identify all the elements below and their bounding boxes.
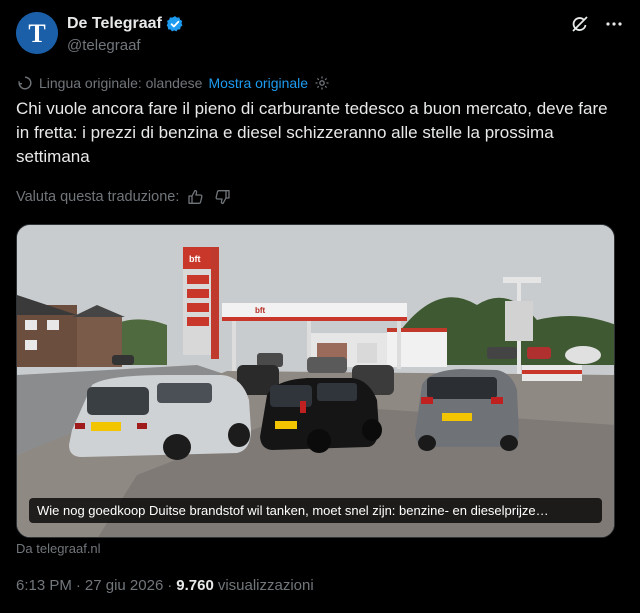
telegraaf-logo-icon: T — [16, 12, 58, 54]
grok-icon[interactable] — [570, 14, 590, 34]
svg-text:T: T — [28, 19, 45, 48]
views-count: 9.760 — [176, 577, 214, 594]
settings-gear-icon[interactable] — [314, 75, 330, 91]
gas-station-photo: bft bft — [17, 225, 614, 537]
rate-translation-label: Valuta questa traduzione: — [16, 189, 180, 205]
svg-text:bft: bft — [255, 306, 266, 315]
link-source[interactable]: Da telegraaf.nl — [16, 541, 101, 556]
thumbs-down-icon[interactable] — [213, 188, 231, 206]
meta-separator: · — [75, 577, 81, 594]
translate-icon — [18, 76, 32, 90]
svg-text:bft: bft — [189, 254, 201, 264]
author-name[interactable]: De Telegraaf — [67, 14, 184, 34]
views-label: visualizzazioni — [217, 577, 314, 594]
verified-badge-icon — [166, 16, 183, 32]
avatar[interactable]: T — [16, 12, 58, 54]
show-original-link[interactable]: Mostra originale — [208, 75, 308, 91]
thumbs-up-icon[interactable] — [187, 188, 205, 206]
tweet-header: T De Telegraaf @telegraaf — [16, 12, 624, 58]
tweet-meta: 6:13 PM · 27 giu 2026 · 9.760 visualizza… — [16, 577, 314, 594]
tweet-text: Chi vuole ancora fare il pieno di carbur… — [16, 99, 608, 166]
rate-translation: Valuta questa traduzione: — [16, 188, 231, 206]
tweet-image[interactable]: bft bft Wie nog goedkoop Duitse brandsto… — [16, 224, 615, 538]
author-block: De Telegraaf @telegraaf — [67, 14, 184, 54]
original-language-label: Lingua originale: olandese — [39, 75, 203, 91]
tweet-time[interactable]: 6:13 PM — [16, 577, 72, 594]
more-icon[interactable] — [604, 14, 624, 34]
translation-bar: Lingua originale: olandese Mostra origin… — [17, 75, 330, 91]
author-display-name[interactable]: De Telegraaf — [67, 15, 162, 33]
image-caption: Wie nog goedkoop Duitse brandstof wil ta… — [29, 498, 602, 523]
tweet-date[interactable]: 27 giu 2026 — [85, 577, 163, 594]
header-actions — [570, 14, 624, 34]
author-handle[interactable]: @telegraaf — [67, 37, 184, 54]
meta-separator: · — [167, 577, 173, 594]
